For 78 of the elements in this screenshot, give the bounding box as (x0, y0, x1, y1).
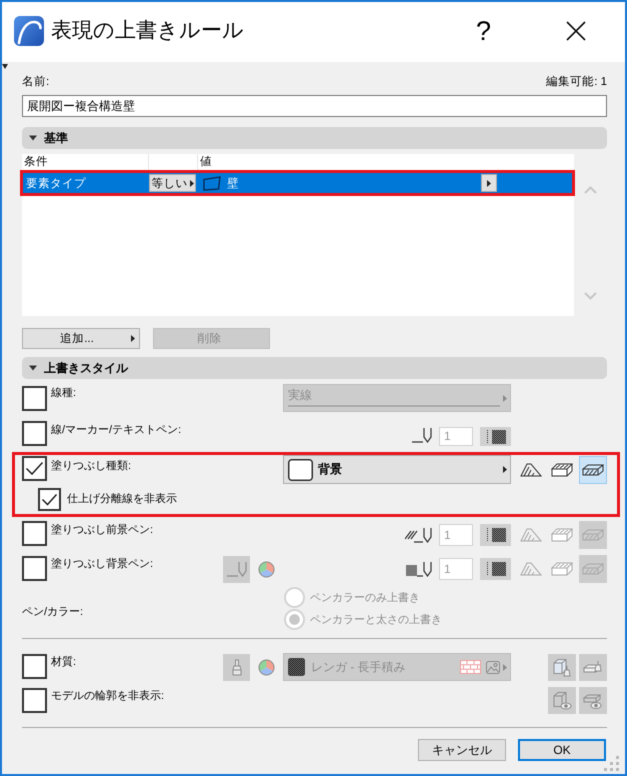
option-label: 塗りつぶし種類: (51, 459, 132, 474)
checkbox[interactable] (38, 488, 61, 511)
fill-type-dropdown[interactable]: 背景 (283, 455, 511, 484)
solid-line-icon (288, 405, 500, 407)
color-wheel-icon[interactable] (258, 560, 275, 578)
cube-brush-icon (552, 658, 572, 676)
checkbox[interactable] (22, 421, 47, 446)
value-menu-button[interactable] (481, 174, 497, 192)
caret-icon (503, 664, 507, 670)
option-label: 塗りつぶし前景ペン: (51, 523, 154, 538)
option-label: 塗りつぶし背景ペン: (51, 556, 154, 572)
check-icon (25, 461, 44, 476)
hatched-box-icon (551, 562, 573, 576)
radio-label: ペンカラーと太さの上書き (310, 612, 442, 628)
column-header: 条件 (23, 154, 48, 170)
section-header[interactable]: 基準 (22, 127, 607, 149)
edit-count-label: 編集可能: 1 (546, 74, 607, 90)
caret-icon (487, 180, 491, 186)
table-cell-text: 要素タイプ (25, 176, 86, 190)
help-button[interactable]: ? (476, 16, 491, 46)
material-swatch-icon (288, 658, 305, 676)
checkbox[interactable] (22, 456, 47, 481)
check-icon (41, 493, 58, 506)
hatched-slab-icon (582, 562, 604, 576)
pattern-icon (486, 562, 506, 576)
add-button[interactable]: 追加... (22, 328, 140, 349)
option-label: 仕上げ分離線を非表示 (67, 492, 177, 507)
cancel-button[interactable]: キャンセル (418, 739, 506, 761)
hatched-box-icon (551, 462, 573, 476)
name-label: 名前: (22, 74, 50, 90)
image-icon (486, 660, 500, 674)
caret-icon (503, 466, 507, 473)
hatched-box-icon (551, 528, 573, 542)
caret-icon (190, 180, 194, 186)
option-label: 線/マーカー/テキストペン: (51, 423, 182, 438)
close-button[interactable] (566, 21, 586, 41)
name-field[interactable]: 展開図ー複合構造壁 (22, 95, 607, 117)
square-pen-icon (406, 562, 432, 576)
checkbox[interactable] (22, 521, 47, 546)
color-wheel-icon[interactable] (258, 658, 275, 676)
option-label: 材質: (51, 655, 76, 670)
hatched-slab-icon (582, 462, 604, 476)
caret-icon (503, 394, 507, 402)
option-label: ペン/カラー: (22, 604, 84, 620)
pen-icon (226, 562, 246, 576)
cube-eye-icon (552, 691, 572, 710)
small-triangle-icon (2, 64, 8, 69)
pattern-icon (486, 430, 506, 444)
pattern-button[interactable] (480, 524, 511, 546)
app-icon (14, 16, 44, 46)
pen-icon (412, 428, 432, 443)
brick-icon (460, 660, 481, 674)
table-row[interactable]: 要素タイプ 等しい 壁 (23, 173, 572, 193)
column-header (148, 154, 198, 170)
close-icon (566, 21, 586, 41)
brush-icon (232, 658, 242, 676)
checkbox[interactable] (22, 556, 47, 581)
pattern-icon (486, 528, 506, 542)
fill-swatch-icon (288, 458, 313, 480)
table-cell-text: 壁 (227, 176, 239, 190)
hatched-wedge-icon (520, 462, 542, 476)
option-label: 線種: (51, 386, 76, 401)
fill-mode-button[interactable] (579, 456, 607, 484)
pattern-button[interactable] (480, 427, 511, 446)
hatched-slab-icon (582, 528, 604, 542)
ok-button[interactable]: OK (518, 739, 606, 761)
radio-label: ペンカラーのみ上書き (310, 590, 420, 606)
column-header: 値 (199, 154, 212, 170)
operator-dropdown[interactable]: 等しい (149, 174, 196, 192)
option-label: モデルの輪郭を非表示: (51, 688, 164, 704)
hatch-pen-icon (405, 528, 432, 542)
pattern-button[interactable] (480, 558, 511, 580)
window-title: 表現の上書きルール (51, 18, 244, 44)
section-header[interactable]: 上書きスタイル (22, 357, 607, 379)
hatched-wedge-icon (520, 528, 542, 542)
parallelogram-icon (203, 176, 221, 190)
resize-grip-icon[interactable] (602, 754, 620, 772)
hatched-wedge-icon (520, 562, 542, 576)
